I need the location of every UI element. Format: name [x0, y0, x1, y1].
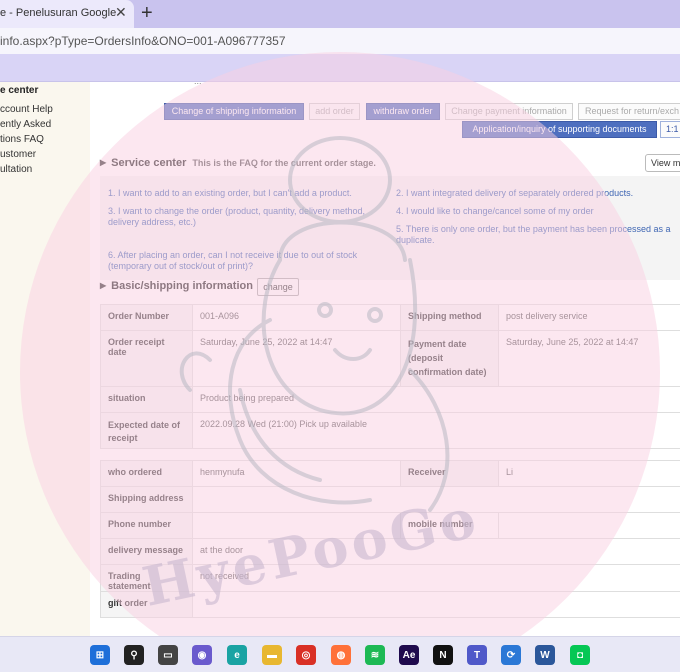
- table-row: Phone number mobile number: [100, 512, 680, 539]
- basic-info-table: Order Number 001-A096 Shipping method po…: [100, 304, 680, 449]
- delivery-message-label: delivery message: [100, 538, 193, 565]
- triangle-right-icon: ▶: [100, 158, 107, 167]
- faq-item-6[interactable]: 6. After placing an order, can I not rec…: [108, 250, 398, 272]
- taskbar: ⊞ ⚲ ▭ ◉ e ▬ ◎ ◍ ≋ Ae N T ⟳ W ◘: [0, 636, 680, 672]
- sidebar-title: e center: [0, 85, 39, 96]
- teams-icon[interactable]: T: [467, 645, 487, 665]
- faq-item-5[interactable]: 5. There is only one order, but the paym…: [396, 224, 680, 246]
- truncated-text: ...: [194, 76, 202, 86]
- word-icon[interactable]: W: [535, 645, 555, 665]
- table-row: delivery message at the door: [100, 538, 680, 565]
- situation-label: situation: [100, 386, 193, 413]
- search-icon[interactable]: ⚲: [124, 645, 144, 665]
- view-more-button[interactable]: View m: [645, 154, 680, 172]
- file-explorer-icon[interactable]: ▬: [262, 645, 282, 665]
- change-button[interactable]: change: [257, 278, 299, 296]
- payment-date-value: Saturday, June 25, 2022 at 14:47: [498, 330, 680, 387]
- chrome-icon[interactable]: ◎: [296, 645, 316, 665]
- table-row: Shipping address: [100, 486, 680, 513]
- bookmarks-bar: [0, 54, 680, 82]
- tab-title: e - Penelusuran Google: [0, 7, 117, 19]
- shipping-address-value: [192, 486, 680, 513]
- url-text[interactable]: info.aspx?pType=OrdersInfo&ONO=001-A0967…: [0, 34, 286, 48]
- firefox-icon[interactable]: ◍: [331, 645, 351, 665]
- line-icon[interactable]: ◘: [570, 645, 590, 665]
- address-bar[interactable]: info.aspx?pType=OrdersInfo&ONO=001-A0967…: [0, 28, 680, 54]
- table-row: who ordered henmynufa Receiver Li: [100, 460, 680, 487]
- delivery-message-value: at the door: [192, 538, 680, 565]
- who-ordered-label: who ordered: [100, 460, 193, 487]
- who-ordered-value: henmynufa: [192, 460, 401, 487]
- sidebar-item-questions-faq[interactable]: tions FAQ: [0, 134, 44, 145]
- browser-tab[interactable]: e - Penelusuran Google ✕: [0, 0, 134, 28]
- spotify-icon[interactable]: ≋: [365, 645, 385, 665]
- chat-icon[interactable]: ◉: [192, 645, 212, 665]
- table-row: Order Number 001-A096 Shipping method po…: [100, 304, 680, 331]
- faq-item-3[interactable]: 3. I want to change the order (product, …: [108, 206, 378, 228]
- situation-value: Product being prepared: [192, 386, 680, 413]
- new-tab-button[interactable]: +: [141, 2, 153, 25]
- order-receipt-date-value: Saturday, June 25, 2022 at 14:47: [192, 330, 401, 387]
- supporting-documents-button[interactable]: Application/inquiry of supporting docume…: [462, 121, 657, 138]
- gift-order-value: [192, 591, 680, 618]
- edge-icon[interactable]: e: [227, 645, 247, 665]
- order-detail: ... Change of shipping information add o…: [98, 76, 680, 636]
- order-receipt-date-label: Order receipt date: [100, 330, 193, 387]
- service-center-heading: ▶ Service center This is the FAQ for the c…: [100, 157, 376, 169]
- sidebar: e center ccount Help ently Asked tions F…: [0, 82, 90, 636]
- shipping-method-value: post delivery service: [498, 304, 680, 331]
- faq-item-2[interactable]: 2. I want integrated delivery of separat…: [396, 188, 680, 199]
- table-row: gift order: [100, 591, 680, 618]
- payment-date-label: Payment date (deposit confirmation date): [400, 330, 499, 387]
- basic-info-title: Basic/shipping information: [111, 280, 253, 292]
- phone-number-value: [192, 512, 401, 539]
- service-center-subtitle: This is the FAQ for the current order st…: [192, 158, 376, 168]
- windows-start-icon[interactable]: ⊞: [90, 645, 110, 665]
- receiver-value: Li: [498, 460, 680, 487]
- phone-number-label: Phone number: [100, 512, 193, 539]
- gift-order-label: gift order: [100, 591, 193, 618]
- mobile-number-value: [498, 512, 680, 539]
- faq-item-4[interactable]: 4. I would like to change/cancel some of…: [396, 206, 680, 217]
- shipping-address-label: Shipping address: [100, 486, 193, 513]
- table-row: Order receipt date Saturday, June 25, 20…: [100, 330, 680, 387]
- notion-icon[interactable]: N: [433, 645, 453, 665]
- mobile-number-label: mobile number: [400, 512, 499, 539]
- change-shipping-button[interactable]: Change of shipping information: [164, 103, 304, 120]
- sidebar-item-customer[interactable]: ustomer: [0, 149, 36, 160]
- sync-icon[interactable]: ⟳: [501, 645, 521, 665]
- trading-statement-value: not received: [192, 564, 680, 592]
- service-center-title: Service center: [111, 157, 187, 169]
- sidebar-item-account-help[interactable]: ccount Help: [0, 104, 53, 115]
- after-effects-icon[interactable]: Ae: [399, 645, 419, 665]
- browser-tab-bar: e - Penelusuran Google ✕ +: [0, 0, 680, 28]
- triangle-right-icon: ▶: [100, 281, 107, 290]
- table-row: situation Product being prepared: [100, 386, 680, 413]
- order-number-label: Order Number: [100, 304, 193, 331]
- shipping-info-table: who ordered henmynufa Receiver Li Shippi…: [100, 460, 680, 618]
- basic-info-heading: ▶ Basic/shipping information: [100, 280, 253, 292]
- sidebar-item-frequently-asked[interactable]: ently Asked: [0, 119, 51, 130]
- expected-date-label: Expected date of receipt: [100, 412, 193, 449]
- faq-item-1[interactable]: 1. I want to add to an existing order, b…: [108, 188, 390, 199]
- request-return-button[interactable]: Request for return/exch: [578, 103, 680, 120]
- trading-statement-label: Trading statement: [100, 564, 193, 592]
- page-content: e center ccount Help ently Asked tions F…: [0, 76, 680, 636]
- add-order-button[interactable]: add order: [309, 103, 360, 120]
- table-row: Trading statement not received: [100, 564, 680, 592]
- expected-date-value: 2022.09.28 Wed (21:00) Pick up available: [192, 412, 680, 449]
- order-number-value: 001-A096: [192, 304, 401, 331]
- withdraw-order-button[interactable]: withdraw order: [366, 103, 440, 120]
- task-view-icon[interactable]: ▭: [158, 645, 178, 665]
- sidebar-item-consultation[interactable]: ultation: [0, 164, 32, 175]
- one-to-one-button[interactable]: 1:1: [660, 121, 680, 138]
- change-payment-button[interactable]: Change payment information: [445, 103, 573, 120]
- table-row: Expected date of receipt 2022.09.28 Wed …: [100, 412, 680, 449]
- shipping-method-label: Shipping method: [400, 304, 499, 331]
- close-icon[interactable]: ✕: [115, 4, 127, 21]
- receiver-label: Receiver: [400, 460, 499, 487]
